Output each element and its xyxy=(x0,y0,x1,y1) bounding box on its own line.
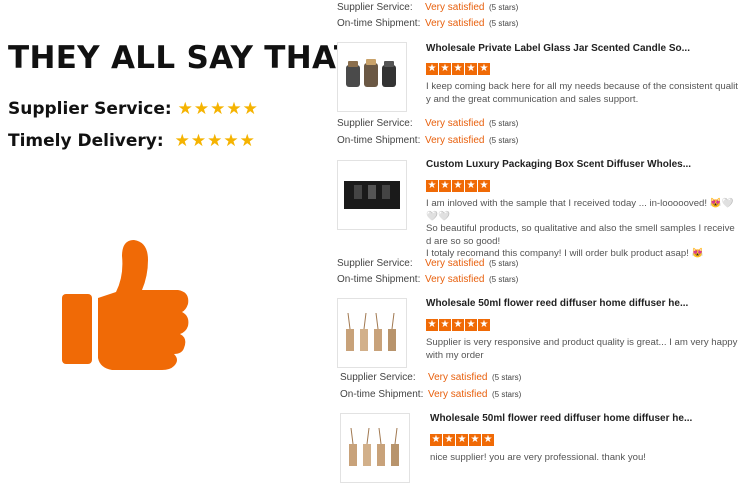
meta-value: Very satisfied xyxy=(425,18,485,29)
product-title-link[interactable]: Wholesale 50ml flower reed diffuser home… xyxy=(426,298,688,309)
star-icon: ★ xyxy=(193,99,210,119)
meta-value: Very satisfied xyxy=(425,274,485,285)
review-line: d are so so good! xyxy=(426,235,501,247)
star-icon: ★ xyxy=(226,99,242,119)
review-text: nice supplier! you are very professional… xyxy=(430,452,748,465)
timely-delivery-rating: Timely Delivery: ★ ★ ★ ★ ★ xyxy=(8,131,256,151)
star-icon: ★ xyxy=(426,319,438,331)
meta-value: Very satisfied xyxy=(425,118,485,129)
candle-jars-image xyxy=(346,59,396,87)
meta-stars: (5 stars) xyxy=(492,373,522,382)
meta-stars: (5 stars) xyxy=(489,3,519,12)
on-time-shipment-row: On-time Shipment: Very satisfied (5 star… xyxy=(337,274,518,285)
meta-stars: (5 stars) xyxy=(489,136,519,145)
meta-label: On-time Shipment: xyxy=(337,18,421,29)
product-thumbnail[interactable] xyxy=(337,160,407,230)
product-thumbnail[interactable] xyxy=(337,42,407,112)
review-text: Supplier is very responsive and product … xyxy=(426,337,744,362)
meta-label: Supplier Service: xyxy=(337,118,413,129)
on-time-shipment-row: On-time Shipment: Very satisfied (5 star… xyxy=(337,135,518,146)
star-icon: ★ xyxy=(478,63,490,75)
meta-label: On-time Shipment: xyxy=(337,274,421,285)
star-icon: ★ xyxy=(478,180,490,192)
star-icon: ★ xyxy=(465,63,477,75)
star-icon: ★ xyxy=(239,131,255,151)
meta-value: Very satisfied xyxy=(428,389,488,400)
star-icon: ★ xyxy=(439,180,451,192)
page-headline: THEY ALL SAY THAT xyxy=(8,40,356,76)
review-text: I keep coming back here for all my needs… xyxy=(426,81,744,106)
review-line: So beautiful products, so qualitative an… xyxy=(426,223,735,234)
thumbs-up-icon xyxy=(62,240,189,370)
supplier-service-row: Supplier Service: Very satisfied (5 star… xyxy=(337,2,518,13)
reed-diffuser-image xyxy=(349,427,399,466)
star-icon: ★ xyxy=(177,99,193,119)
review-line: Supplier is very responsive and product … xyxy=(426,337,738,348)
meta-value: Very satisfied xyxy=(425,135,485,146)
meta-value: Very satisfied xyxy=(428,372,488,383)
star-icon: ★ xyxy=(174,131,190,151)
meta-label: Supplier Service: xyxy=(337,258,413,269)
star-icon: ★ xyxy=(465,180,477,192)
on-time-shipment-row: On-time Shipment: Very satisfied (5 star… xyxy=(337,18,518,29)
product-thumbnail[interactable] xyxy=(340,413,410,483)
supplier-service-row: Supplier Service: Very satisfied (5 star… xyxy=(337,118,518,129)
review-star-rating: ★ ★ ★ ★ ★ xyxy=(426,63,491,75)
meta-stars: (5 stars) xyxy=(489,119,519,128)
meta-value: Very satisfied xyxy=(425,2,485,13)
star-icon: ★ xyxy=(439,319,451,331)
star-rating: ★ ★ ★ ★ ★ xyxy=(178,99,259,119)
star-icon: ★ xyxy=(482,434,494,446)
meta-stars: (5 stars) xyxy=(489,19,519,28)
meta-value: Very satisfied xyxy=(425,258,485,269)
review-line: I am inloved with the sample that I rece… xyxy=(426,198,734,222)
review-line: nice supplier! you are very professional… xyxy=(430,452,646,463)
star-icon: ★ xyxy=(465,319,477,331)
diffuser-box-image xyxy=(344,181,400,209)
meta-stars: (5 stars) xyxy=(492,390,522,399)
star-icon: ★ xyxy=(456,434,468,446)
star-icon: ★ xyxy=(426,63,438,75)
product-title-link[interactable]: Wholesale Private Label Glass Jar Scente… xyxy=(426,43,690,54)
review-star-rating: ★ ★ ★ ★ ★ xyxy=(426,319,491,331)
product-title-link[interactable]: Wholesale 50ml flower reed diffuser home… xyxy=(430,413,692,424)
supplier-service-rating: Supplier Service: ★ ★ ★ ★ ★ xyxy=(8,99,259,119)
review-line: y and the great communication and sales … xyxy=(426,93,639,105)
on-time-shipment-row: On-time Shipment: Very satisfied (5 star… xyxy=(340,389,521,400)
meta-label: Supplier Service: xyxy=(340,372,416,383)
meta-label: Supplier Service: xyxy=(337,2,413,13)
star-rating: ★ ★ ★ ★ ★ xyxy=(175,131,256,151)
review-text: I am inloved with the sample that I rece… xyxy=(426,198,744,261)
star-icon: ★ xyxy=(443,434,455,446)
star-icon: ★ xyxy=(426,180,438,192)
star-icon: ★ xyxy=(430,434,442,446)
reed-diffuser-image xyxy=(346,312,396,351)
meta-label: On-time Shipment: xyxy=(340,389,424,400)
star-icon: ★ xyxy=(242,99,258,119)
star-icon: ★ xyxy=(452,180,464,192)
star-icon: ★ xyxy=(439,63,451,75)
timely-delivery-label: Timely Delivery: xyxy=(8,131,164,151)
supplier-service-label: Supplier Service: xyxy=(8,99,172,119)
supplier-service-row: Supplier Service: Very satisfied (5 star… xyxy=(337,258,518,269)
product-title-link[interactable]: Custom Luxury Packaging Box Scent Diffus… xyxy=(426,159,691,170)
supplier-service-row: Supplier Service: Very satisfied (5 star… xyxy=(340,372,521,383)
review-star-rating: ★ ★ ★ ★ ★ xyxy=(426,180,491,192)
meta-stars: (5 stars) xyxy=(489,275,519,284)
meta-label: On-time Shipment: xyxy=(337,135,421,146)
review-line: I keep coming back here for all my needs… xyxy=(426,81,738,92)
star-icon: ★ xyxy=(478,319,490,331)
star-icon: ★ xyxy=(452,319,464,331)
star-icon: ★ xyxy=(452,63,464,75)
star-icon: ★ xyxy=(469,434,481,446)
star-icon: ★ xyxy=(207,131,223,151)
review-star-rating: ★ ★ ★ ★ ★ xyxy=(430,434,495,446)
star-icon: ★ xyxy=(190,131,207,151)
product-thumbnail[interactable] xyxy=(337,298,407,368)
review-line: with my order xyxy=(426,349,484,361)
meta-stars: (5 stars) xyxy=(489,259,519,268)
star-icon: ★ xyxy=(210,99,226,119)
star-icon: ★ xyxy=(223,131,239,151)
